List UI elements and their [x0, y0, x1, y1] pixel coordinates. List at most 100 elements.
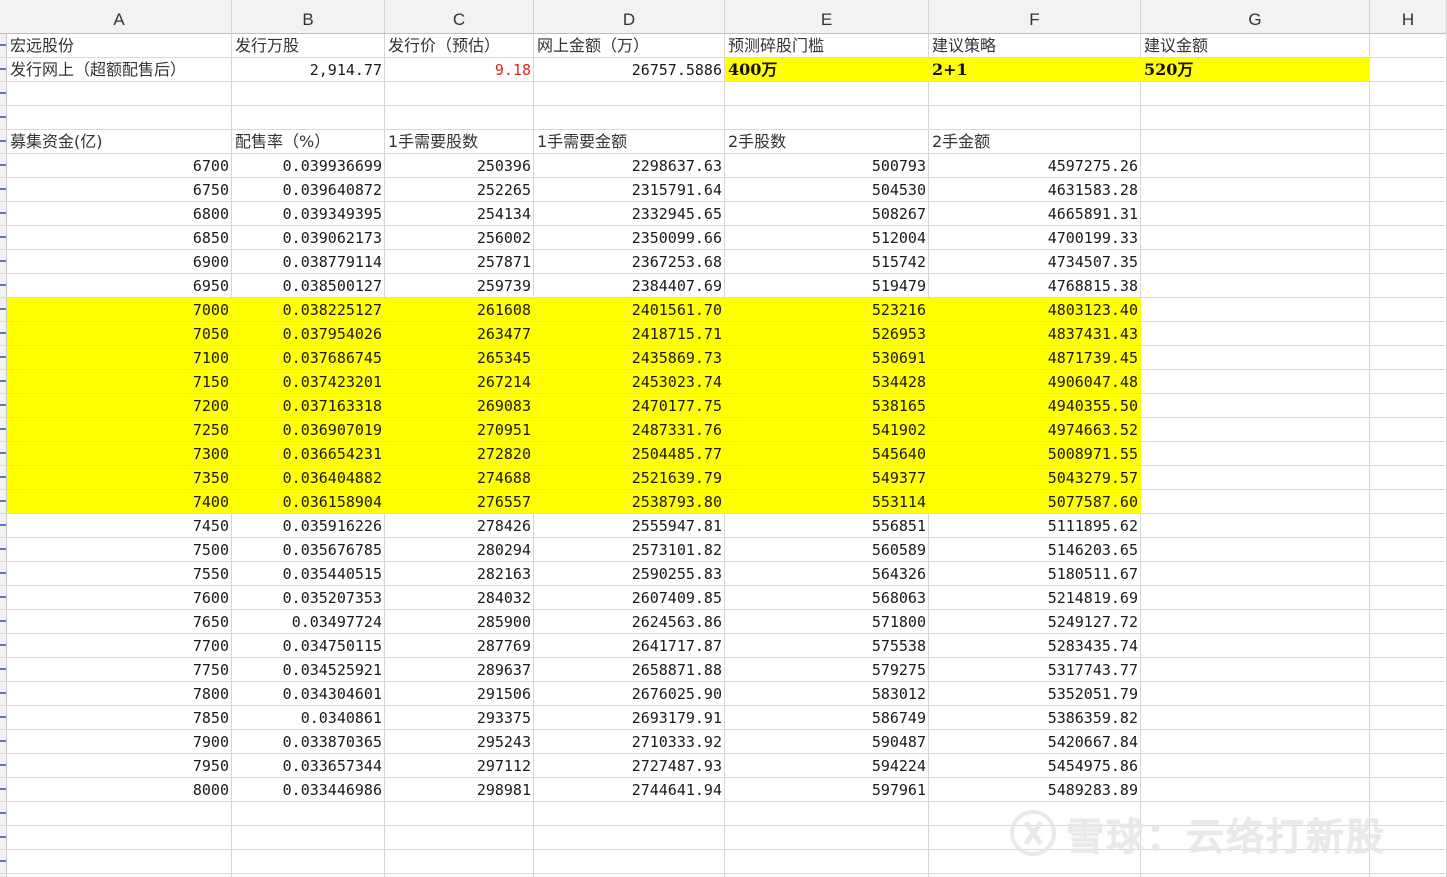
- cell-d[interactable]: 2298637.63: [534, 154, 725, 177]
- cell-a[interactable]: 7650: [7, 610, 232, 633]
- cell-c[interactable]: 263477: [385, 322, 534, 345]
- cell-a[interactable]: 7550: [7, 562, 232, 585]
- cell-c[interactable]: 252265: [385, 178, 534, 201]
- cell-d[interactable]: 2693179.91: [534, 706, 725, 729]
- cell-b[interactable]: 0.033870365: [232, 730, 385, 753]
- cell-b[interactable]: 0.034304601: [232, 682, 385, 705]
- cell-c[interactable]: 297112: [385, 754, 534, 777]
- cell-c[interactable]: 256002: [385, 226, 534, 249]
- cell-a[interactable]: 7250: [7, 418, 232, 441]
- cell-c[interactable]: 282163: [385, 562, 534, 585]
- cell-a[interactable]: 7750: [7, 658, 232, 681]
- cell-c[interactable]: 284032: [385, 586, 534, 609]
- cell-e[interactable]: 512004: [725, 226, 929, 249]
- cell-f[interactable]: 5420667.84: [929, 730, 1141, 753]
- cell-b[interactable]: 0.039062173: [232, 226, 385, 249]
- cell-d[interactable]: 2401561.70: [534, 298, 725, 321]
- cell-b2[interactable]: 发行万股: [232, 34, 385, 57]
- cell-d[interactable]: 2590255.83: [534, 562, 725, 585]
- cell-d[interactable]: 2453023.74: [534, 370, 725, 393]
- cell-e[interactable]: 590487: [725, 730, 929, 753]
- cell-a[interactable]: 7200: [7, 394, 232, 417]
- cell-a[interactable]: 6750: [7, 178, 232, 201]
- cell-d2[interactable]: 网上金额（万）: [534, 34, 725, 57]
- column-header-h[interactable]: H: [1370, 0, 1447, 34]
- cell-c[interactable]: 287769: [385, 634, 534, 657]
- cell-b[interactable]: 0.036907019: [232, 418, 385, 441]
- cell-f[interactable]: 5077587.60: [929, 490, 1141, 513]
- cell-d[interactable]: 2418715.71: [534, 322, 725, 345]
- cell-e[interactable]: 571800: [725, 610, 929, 633]
- cell-a[interactable]: 8000: [7, 778, 232, 801]
- cell-f[interactable]: 4700199.33: [929, 226, 1141, 249]
- cell-d[interactable]: 2641717.87: [534, 634, 725, 657]
- cell-a[interactable]: 6850: [7, 226, 232, 249]
- cell-c[interactable]: 257871: [385, 250, 534, 273]
- cell-a[interactable]: 7950: [7, 754, 232, 777]
- cell-c[interactable]: 295243: [385, 730, 534, 753]
- cell-a[interactable]: 6950: [7, 274, 232, 297]
- cell-d[interactable]: 2658871.88: [534, 658, 725, 681]
- cell-b[interactable]: 0.034750115: [232, 634, 385, 657]
- cell-b[interactable]: 0.033446986: [232, 778, 385, 801]
- cell-a[interactable]: 7850: [7, 706, 232, 729]
- cell-f[interactable]: 5249127.72: [929, 610, 1141, 633]
- cell-b[interactable]: 0.038779114: [232, 250, 385, 273]
- cell-e[interactable]: 564326: [725, 562, 929, 585]
- column-header-f[interactable]: F: [929, 0, 1141, 34]
- cell-b[interactable]: 0.035207353: [232, 586, 385, 609]
- cell-f[interactable]: 4665891.31: [929, 202, 1141, 225]
- cell-g2[interactable]: 建议金额: [1141, 34, 1370, 57]
- column-header-e[interactable]: E: [725, 0, 929, 34]
- cell-b6[interactable]: 配售率（%）: [232, 130, 385, 153]
- cell-c[interactable]: 267214: [385, 370, 534, 393]
- cell-c[interactable]: 276557: [385, 490, 534, 513]
- cell-c[interactable]: 293375: [385, 706, 534, 729]
- cell-f[interactable]: 5180511.67: [929, 562, 1141, 585]
- cell-a[interactable]: 7050: [7, 322, 232, 345]
- cell-c[interactable]: 265345: [385, 346, 534, 369]
- cell-a[interactable]: 6700: [7, 154, 232, 177]
- cell-f[interactable]: 4837431.43: [929, 322, 1141, 345]
- cell-e[interactable]: 515742: [725, 250, 929, 273]
- cell-b[interactable]: 0.038225127: [232, 298, 385, 321]
- cell-e[interactable]: 575538: [725, 634, 929, 657]
- cell-e[interactable]: 597961: [725, 778, 929, 801]
- cell-b[interactable]: 0.0340861: [232, 706, 385, 729]
- cell-a6[interactable]: 募集资金(亿): [7, 130, 232, 153]
- cell-e[interactable]: 504530: [725, 178, 929, 201]
- cell-c[interactable]: 270951: [385, 418, 534, 441]
- cell-d[interactable]: 2504485.77: [534, 442, 725, 465]
- cell-b3-issue-shares[interactable]: 2,914.77: [232, 58, 385, 81]
- cell-d[interactable]: 2744641.94: [534, 778, 725, 801]
- cell-a[interactable]: 7450: [7, 514, 232, 537]
- cell-e3-threshold[interactable]: 400万: [725, 58, 929, 81]
- cell-f[interactable]: 4940355.50: [929, 394, 1141, 417]
- cell-d[interactable]: 2367253.68: [534, 250, 725, 273]
- cell-f6[interactable]: 2手金额: [929, 130, 1141, 153]
- cell-b[interactable]: 0.038500127: [232, 274, 385, 297]
- cell-d[interactable]: 2332945.65: [534, 202, 725, 225]
- cell-a[interactable]: 7300: [7, 442, 232, 465]
- column-header-c[interactable]: C: [385, 0, 534, 34]
- cell-e6[interactable]: 2手股数: [725, 130, 929, 153]
- cell-c[interactable]: 254134: [385, 202, 534, 225]
- cell-c[interactable]: 278426: [385, 514, 534, 537]
- cell-f[interactable]: 5352051.79: [929, 682, 1141, 705]
- cell-f[interactable]: 4768815.38: [929, 274, 1141, 297]
- cell-e[interactable]: 560589: [725, 538, 929, 561]
- cell-b[interactable]: 0.03497724: [232, 610, 385, 633]
- cell-a[interactable]: 7900: [7, 730, 232, 753]
- cell-f[interactable]: 5386359.82: [929, 706, 1141, 729]
- cell-e[interactable]: 553114: [725, 490, 929, 513]
- cell-d[interactable]: 2676025.90: [534, 682, 725, 705]
- cell-e2[interactable]: 预测碎股门槛: [725, 34, 929, 57]
- cell-d[interactable]: 2315791.64: [534, 178, 725, 201]
- cell-c[interactable]: 280294: [385, 538, 534, 561]
- cell-f[interactable]: 5111895.62: [929, 514, 1141, 537]
- cell-c2[interactable]: 发行价（预估）: [385, 34, 534, 57]
- cell-d[interactable]: 2727487.93: [534, 754, 725, 777]
- cell-f[interactable]: 4803123.40: [929, 298, 1141, 321]
- cell-e[interactable]: 534428: [725, 370, 929, 393]
- cell-e[interactable]: 594224: [725, 754, 929, 777]
